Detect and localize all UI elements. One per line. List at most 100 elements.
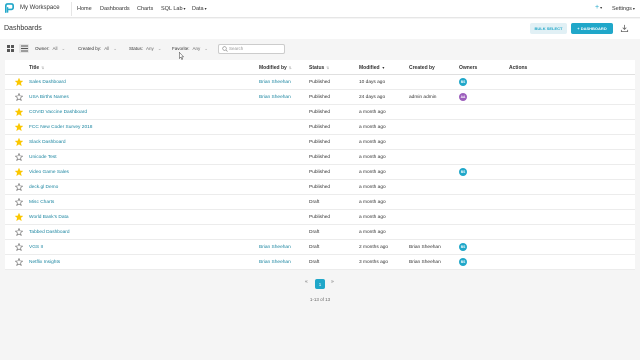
nav-dashboards-link[interactable]: Dashboards	[100, 6, 130, 12]
superset-logo-icon[interactable]	[4, 3, 15, 14]
row-modified-by[interactable]: Brian Sheehan	[259, 245, 291, 250]
sort-icon: ⇅	[41, 66, 45, 70]
row-modified-by[interactable]: Brian Sheehan	[259, 80, 291, 85]
row-status: Published	[309, 124, 331, 130]
chevron-down-icon: ▾	[632, 5, 635, 11]
status-filter-label: Status:	[129, 46, 144, 51]
sort-icon: ⇅	[288, 66, 292, 70]
column-actions: Actions	[509, 65, 527, 71]
table-header: Title ⇅ Modified by ⇅ Status ⇅ Modified ▼ Cr…	[5, 60, 635, 75]
nav-home-link[interactable]: Home	[77, 6, 92, 12]
pagination-page-1[interactable]: 1	[315, 279, 325, 289]
column-modified[interactable]: Modified ▼	[359, 65, 385, 71]
row-title-link[interactable]: USA Births Names	[29, 95, 69, 100]
row-modified: a month ago	[359, 124, 386, 130]
row-title-link[interactable]: Sales Dashboard	[29, 80, 66, 85]
row-modified-by[interactable]: Brian Sheehan	[259, 95, 291, 100]
favorite-star-icon[interactable]	[15, 138, 23, 146]
favorite-star-icon[interactable]	[15, 153, 23, 161]
row-status: Published	[309, 214, 331, 220]
row-title-link[interactable]: FCC New Coder Survey 2018	[29, 125, 92, 130]
favorite-star-icon[interactable]	[15, 213, 23, 221]
favorite-star-icon[interactable]	[15, 183, 23, 191]
column-owners: Owners	[459, 65, 477, 71]
favorite-star-icon[interactable]	[15, 93, 23, 101]
row-modified: a month ago	[359, 214, 386, 220]
pagination-summary: 1-13 of 13	[309, 297, 331, 302]
column-modified-by[interactable]: Modified by ⇅	[259, 65, 292, 71]
pagination-next[interactable]: »	[331, 279, 334, 285]
created-by-filter[interactable]: Created by: All ⌄	[78, 46, 117, 52]
favorite-star-icon[interactable]	[15, 78, 23, 86]
row-modified: a month ago	[359, 229, 386, 235]
row-title-link[interactable]: Misc Charts	[29, 200, 54, 205]
column-status[interactable]: Status ⇅	[309, 65, 329, 71]
table-row: VGS II Brian Sheehan Draft 2 months ago Bria…	[5, 240, 635, 255]
favorite-star-icon[interactable]	[15, 228, 23, 236]
owner-avatar[interactable]: BS	[459, 258, 467, 266]
favorite-star-icon[interactable]	[15, 243, 23, 251]
import-download-icon[interactable]	[620, 24, 629, 33]
owner-avatar[interactable]: AA	[459, 93, 467, 101]
nav-divider	[71, 2, 72, 16]
row-title-link[interactable]: Netflix Insights	[29, 260, 60, 265]
column-title[interactable]: Title ⇅	[29, 65, 44, 71]
bulk-select-button[interactable]: BULK SELECT	[530, 22, 567, 34]
add-dashboard-button[interactable]: + DASHBOARD	[571, 22, 613, 34]
favorite-star-icon[interactable]	[15, 258, 23, 266]
table-row: Video Game Sales Published a month ago BS	[5, 165, 635, 180]
row-created-by: Brian Sheehan	[409, 259, 441, 265]
favorite-star-icon[interactable]	[15, 123, 23, 131]
favorite-star-icon[interactable]	[15, 108, 23, 116]
owner-avatar[interactable]: BS	[459, 78, 467, 86]
row-status: Draft	[309, 229, 320, 235]
table-row: USA Births Names Brian Sheehan Published 24…	[5, 90, 635, 105]
table-row: World Bank's Data Published a month ago	[5, 210, 635, 225]
row-title-link[interactable]: Slack Dashboard	[29, 140, 66, 145]
grid-icon	[6, 45, 14, 52]
pagination-prev[interactable]: «	[305, 279, 308, 285]
settings-menu[interactable]: Settings▾	[612, 6, 635, 12]
search-box[interactable]	[218, 43, 285, 54]
list-icon	[20, 45, 28, 52]
chevron-down-icon: ⌄	[113, 46, 118, 51]
nav-data-label: Data	[192, 5, 204, 12]
nav-charts-link[interactable]: Charts	[137, 6, 153, 12]
nav-data-menu[interactable]: Data▾	[192, 6, 207, 12]
row-status: Published	[309, 139, 331, 145]
page-header: Dashboards BULK SELECT + DASHBOARD	[0, 19, 640, 39]
table-row: COVID Vaccine Dashboard Published a month …	[5, 105, 635, 120]
search-icon	[222, 46, 228, 52]
row-title-link[interactable]: deck.gl Demo	[29, 185, 58, 190]
chevron-down-icon: ⌄	[157, 46, 162, 51]
workspace-name[interactable]: My Workspace	[20, 5, 60, 11]
nav-sqllab-menu[interactable]: SQL Lab▾	[161, 6, 186, 12]
table-row: FCC New Coder Survey 2018 Published a mont…	[5, 120, 635, 135]
plus-menu-button[interactable]: +▾	[595, 4, 602, 11]
row-status: Published	[309, 184, 331, 190]
row-title-link[interactable]: Tabbed Dashboard	[29, 230, 70, 235]
card-view-toggle[interactable]	[5, 44, 15, 53]
top-navbar: My Workspace Home Dashboards Charts SQL …	[0, 0, 640, 18]
owner-avatar[interactable]: BS	[459, 243, 467, 251]
row-title-link[interactable]: VGS II	[29, 245, 43, 250]
list-view-toggle[interactable]	[19, 44, 29, 53]
row-title-link[interactable]: Video Game Sales	[29, 170, 69, 175]
owner-avatar[interactable]: BS	[459, 168, 467, 176]
row-title-link[interactable]: Unicode Test	[29, 155, 57, 160]
status-filter-value: Any	[146, 46, 154, 51]
owner-filter[interactable]: Owner: All ⌄	[35, 46, 65, 52]
search-input[interactable]	[229, 44, 284, 53]
row-title-link[interactable]: World Bank's Data	[29, 215, 69, 220]
favorite-star-icon[interactable]	[15, 198, 23, 206]
status-filter[interactable]: Status: Any ⌄	[129, 46, 162, 52]
sort-descending-icon: ▼	[381, 66, 386, 70]
row-modified: 2 months ago	[359, 244, 389, 250]
row-status: Published	[309, 94, 331, 100]
favorite-filter[interactable]: Favorite: Any ⌄	[172, 46, 208, 52]
column-actions-label: Actions	[509, 65, 528, 71]
row-modified-by[interactable]: Brian Sheehan	[259, 260, 291, 265]
row-title-link[interactable]: COVID Vaccine Dashboard	[29, 110, 87, 115]
favorite-star-icon[interactable]	[15, 168, 23, 176]
dashboards-table: Title ⇅ Modified by ⇅ Status ⇅ Modified ▼ Cr…	[5, 60, 635, 270]
